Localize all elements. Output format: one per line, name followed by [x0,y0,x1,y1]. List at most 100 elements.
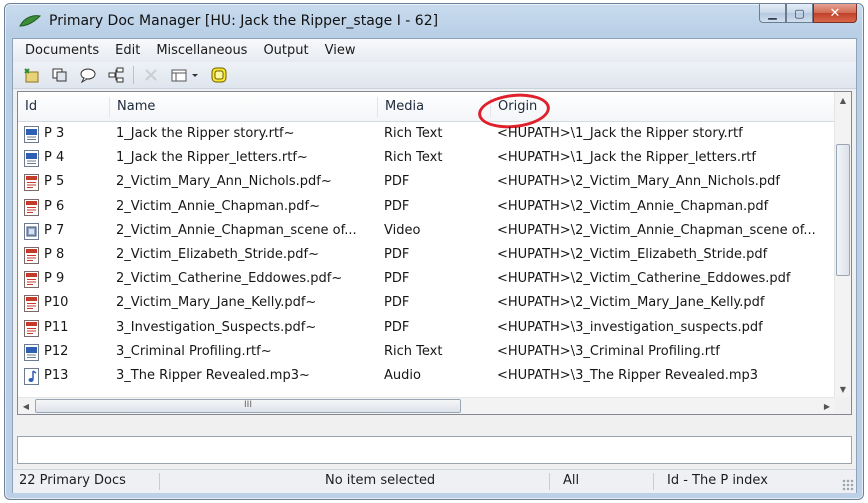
cell-origin: <HUPATH>\2_Victim_Mary_Jane_Kelly.pdf [497,295,765,311]
table-row[interactable]: P11 3_Investigation_Suspects.pdf~ PDF <HUPA… [18,317,836,341]
table-row[interactable]: P 6 2_Victim_Annie_Chapman.pdf~ PDF <HUPATH… [18,196,836,220]
rtf-file-icon [24,126,39,143]
cell-origin: <HUPATH>\1_Jack the Ripper_letters.rtf [497,150,756,166]
column-header-name[interactable]: Name [110,92,378,122]
cell-media: PDF [384,295,410,311]
title-bar[interactable]: Primary Doc Manager [HU: Jack the Ripper… [5,4,863,37]
cell-name: 2_Victim_Annie_Chapman_scene of... [116,222,357,238]
horizontal-scrollbar[interactable]: ◀ III ▶ [18,397,835,414]
window-controls: ▁ ▢ ✕ [759,4,857,24]
cell-origin: <HUPATH>\3_Criminal Profiling.rtf [497,343,720,359]
cell-media: Rich Text [384,150,443,166]
tree-icon[interactable] [105,65,127,85]
window-title: Primary Doc Manager [HU: Jack the Ripper… [49,13,439,29]
comment-preview-pane[interactable] [17,436,852,464]
menu-bar: Documents Edit Miscellaneous Output View [13,39,856,62]
rtf-file-icon [24,343,39,361]
cell-media: PDF [384,271,410,287]
table-row[interactable]: P 9 2_Victim_Catherine_Eddowes.pdf~ PDF <HU… [18,268,836,292]
cell-id: P13 [44,367,69,383]
cell-origin: <HUPATH>\3_The Ripper Revealed.mp3 [497,367,759,383]
pdf-file-icon [24,174,39,192]
column-header-origin[interactable]: Origin [491,92,846,122]
pdf-file-icon [24,295,39,313]
menu-output[interactable]: Output [255,43,316,58]
column-header-media[interactable]: Media [378,92,491,122]
scroll-left-icon[interactable]: ◀ [18,398,34,414]
cell-origin: <HUPATH>\2_Victim_Annie_Chapman.pdf [497,198,769,214]
cell-id: P12 [44,343,69,359]
table-row[interactable]: P 8 2_Victim_Elizabeth_Stride.pdf~ PDF <HUP… [18,244,836,268]
cell-name: 1_Jack the Ripper story.rtf~ [116,126,295,141]
delete-icon[interactable] [140,65,162,85]
pdf-file-icon [24,198,39,216]
app-leaf-icon [19,15,41,27]
cell-origin: <HUPATH>\2_Victim_Catherine_Eddowes.pdf [497,271,791,287]
minimize-button[interactable]: ▁ [759,4,786,23]
copy-doc-icon[interactable] [49,65,71,85]
list-rows: P 3 1_Jack the Ripper story.rtf~ Rich Text… [18,123,836,389]
menu-documents[interactable]: Documents [17,43,107,58]
pdf-file-icon [24,271,39,289]
cell-id: P11 [44,319,69,335]
table-row[interactable]: P10 2_Victim_Mary_Jane_Kelly.pdf~ PDF <HUPA… [18,292,836,316]
cell-media: Video [384,222,421,238]
cell-origin: <HUPATH>\3_investigation_suspects.pdf [497,319,763,335]
vertical-scroll-thumb[interactable] [836,144,850,276]
table-row[interactable]: P 4 1_Jack the Ripper_letters.rtf~ Rich Te… [18,147,836,171]
pdf-file-icon [24,246,39,264]
menu-view[interactable]: View [317,43,364,58]
cell-media: PDF [384,246,410,262]
cell-media: Rich Text [384,343,443,359]
cell-id: P 3 [44,126,65,141]
cell-media: PDF [384,319,410,335]
pdf-file-icon [24,319,39,337]
table-row[interactable]: P13 3_The Ripper Revealed.mp3~ Audio <HUPAT… [18,365,836,389]
cell-origin: <HUPATH>\2_Victim_Elizabeth_Stride.pdf [497,246,768,262]
scroll-right-icon[interactable]: ▶ [819,398,835,414]
scroll-down-icon[interactable]: ▼ [835,381,851,397]
column-header-id[interactable]: Id [18,92,110,122]
cell-name: 3_Investigation_Suspects.pdf~ [116,319,317,335]
primary-doc-manager-window: Primary Doc Manager [HU: Jack the Ripper… [4,3,864,500]
rtf-file-icon [24,150,39,168]
cell-id: P 9 [44,271,65,287]
cell-name: 3_The Ripper Revealed.mp3~ [116,367,310,383]
table-row[interactable]: P12 3_Criminal Profiling.rtf~ Rich Text <HU… [18,341,836,365]
cell-id: P 4 [44,150,65,166]
close-button[interactable]: ✕ [813,4,857,23]
resize-grip[interactable] [842,479,854,491]
cell-origin: <HUPATH>\1_Jack the Ripper story.rtf [497,126,743,141]
highlight-icon[interactable] [208,65,230,85]
cell-name: 2_Victim_Elizabeth_Stride.pdf~ [116,246,319,262]
cell-id: P 7 [44,222,65,238]
vertical-scrollbar[interactable]: ▲ ▼ [834,92,851,397]
table-row[interactable]: P 3 1_Jack the Ripper story.rtf~ Rich Text… [18,123,836,147]
documents-list[interactable]: Id Name Media Origin P 3 1_Jack the Rippe… [17,90,852,415]
scroll-up-icon[interactable]: ▲ [835,92,851,108]
comment-icon[interactable] [77,65,99,85]
status-selection: No item selected [325,473,436,488]
table-row[interactable]: P 7 2_Victim_Annie_Chapman_scene of... Vid… [18,220,836,244]
status-separator [653,473,654,490]
toolbar-separator [133,66,134,84]
new-doc-icon[interactable] [21,65,43,85]
cell-id: P 5 [44,174,65,190]
audio-file-icon [24,367,39,385]
cell-media: PDF [384,174,410,190]
video-file-icon [24,222,39,240]
cell-name: 1_Jack the Ripper_letters.rtf~ [116,150,308,166]
cell-id: P10 [44,295,69,311]
view-options-icon[interactable] [168,65,202,85]
horizontal-scroll-thumb[interactable]: III [35,399,461,413]
status-separator [549,473,550,490]
status-doc-count: 22 Primary Docs [19,473,126,488]
status-bar: 22 Primary Docs No item selected All Id … [13,469,856,493]
cell-name: 2_Victim_Annie_Chapman.pdf~ [116,198,321,214]
table-row[interactable]: P 5 2_Victim_Mary_Ann_Nichols.pdf~ PDF <HUP… [18,171,836,195]
menu-edit[interactable]: Edit [107,43,148,58]
cell-name: 2_Victim_Catherine_Eddowes.pdf~ [116,271,343,287]
menu-miscellaneous[interactable]: Miscellaneous [148,43,255,58]
cell-name: 2_Victim_Mary_Jane_Kelly.pdf~ [116,295,317,311]
maximize-button[interactable]: ▢ [786,4,813,23]
